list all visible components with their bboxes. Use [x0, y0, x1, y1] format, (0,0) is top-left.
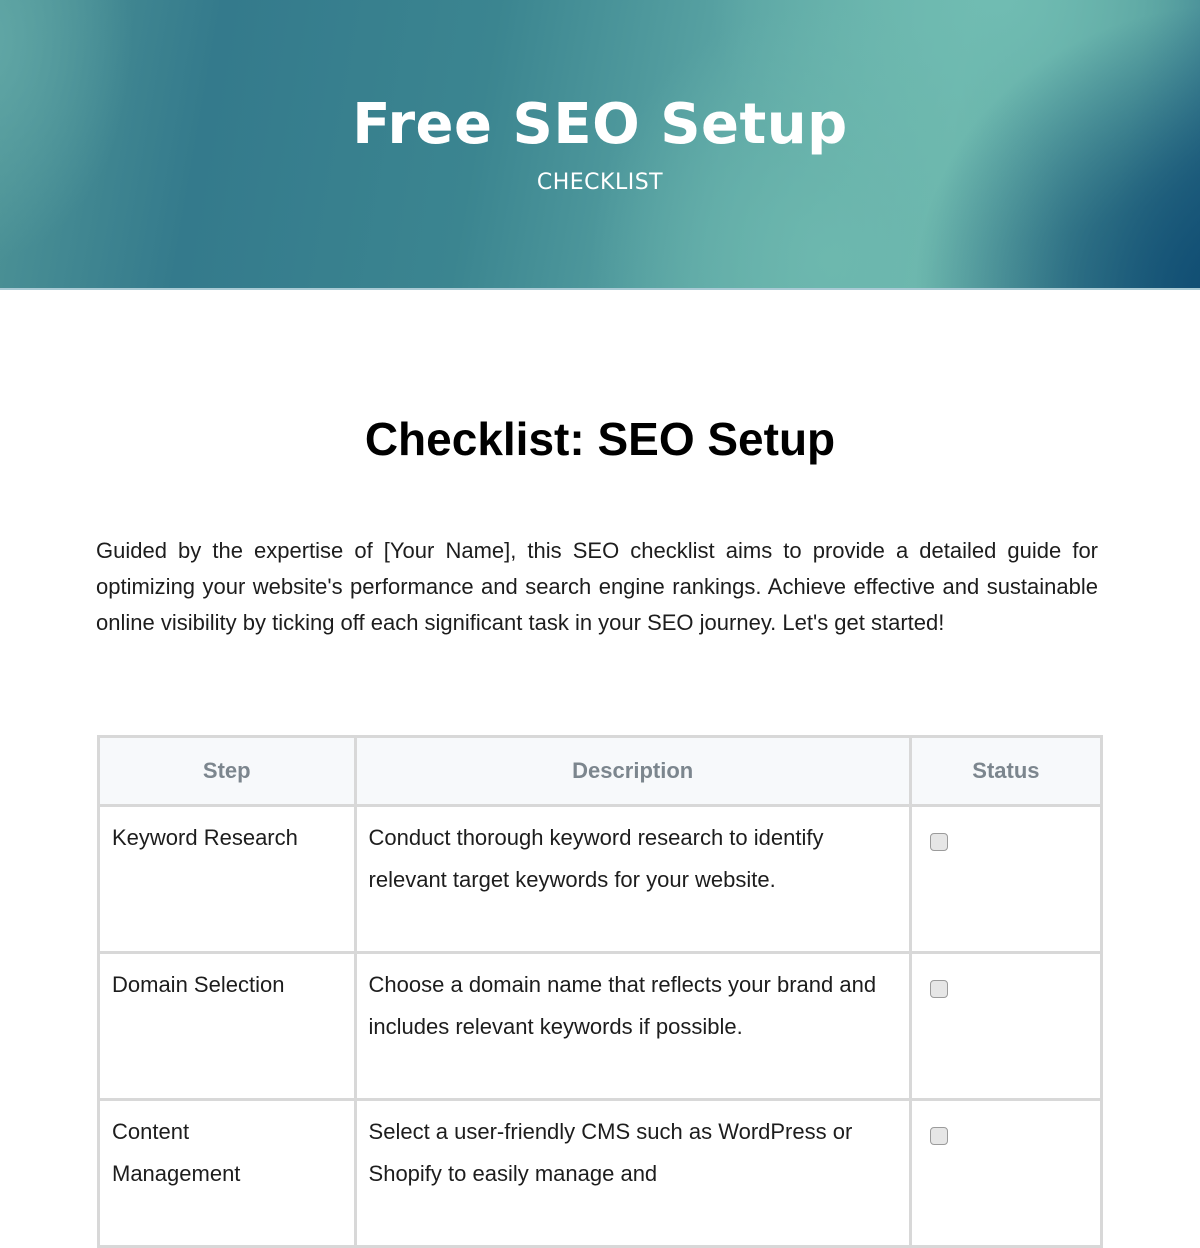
banner-title: Free SEO Setup — [352, 92, 848, 157]
step-cell: Keyword Research — [97, 804, 357, 954]
step-cell: Domain Selection — [97, 951, 357, 1101]
banner-subtitle: CHECKLIST — [536, 170, 664, 195]
column-header-status: Status — [908, 735, 1104, 807]
table-header-row: Step Description Status — [97, 735, 1104, 807]
table-row: Content Management Select a user-friendl… — [97, 1098, 1104, 1248]
column-header-step: Step — [97, 735, 357, 807]
status-checkbox[interactable] — [929, 980, 948, 998]
status-checkbox[interactable] — [929, 1127, 948, 1145]
status-cell — [908, 1098, 1104, 1248]
status-checkbox[interactable] — [929, 833, 948, 851]
step-name: Domain Selection — [112, 972, 285, 997]
page-title: Checklist: SEO Setup — [364, 413, 836, 465]
description-cell: Choose a domain name that reflects your … — [353, 951, 912, 1101]
step-name: Keyword Research — [112, 825, 298, 850]
column-header-description: Description — [353, 735, 912, 807]
description-cell: Select a user-friendly CMS such as WordP… — [353, 1098, 912, 1248]
table-row: Keyword Research Conduct thorough keywor… — [97, 804, 1104, 954]
intro-paragraph: Guided by the expertise of [Your Name], … — [96, 538, 1098, 635]
step-cell: Content Management — [97, 1098, 357, 1248]
description-cell: Conduct thorough keyword research to ide… — [353, 804, 912, 954]
header-banner: Free SEO Setup CHECKLIST — [0, 0, 1200, 290]
status-cell — [908, 804, 1104, 954]
step-name: Content Management — [112, 1119, 241, 1186]
table-row: Domain Selection Choose a domain name th… — [97, 951, 1104, 1101]
checklist-table: Step Description Status Keyword Research… — [97, 735, 1104, 1248]
status-cell — [908, 951, 1104, 1101]
